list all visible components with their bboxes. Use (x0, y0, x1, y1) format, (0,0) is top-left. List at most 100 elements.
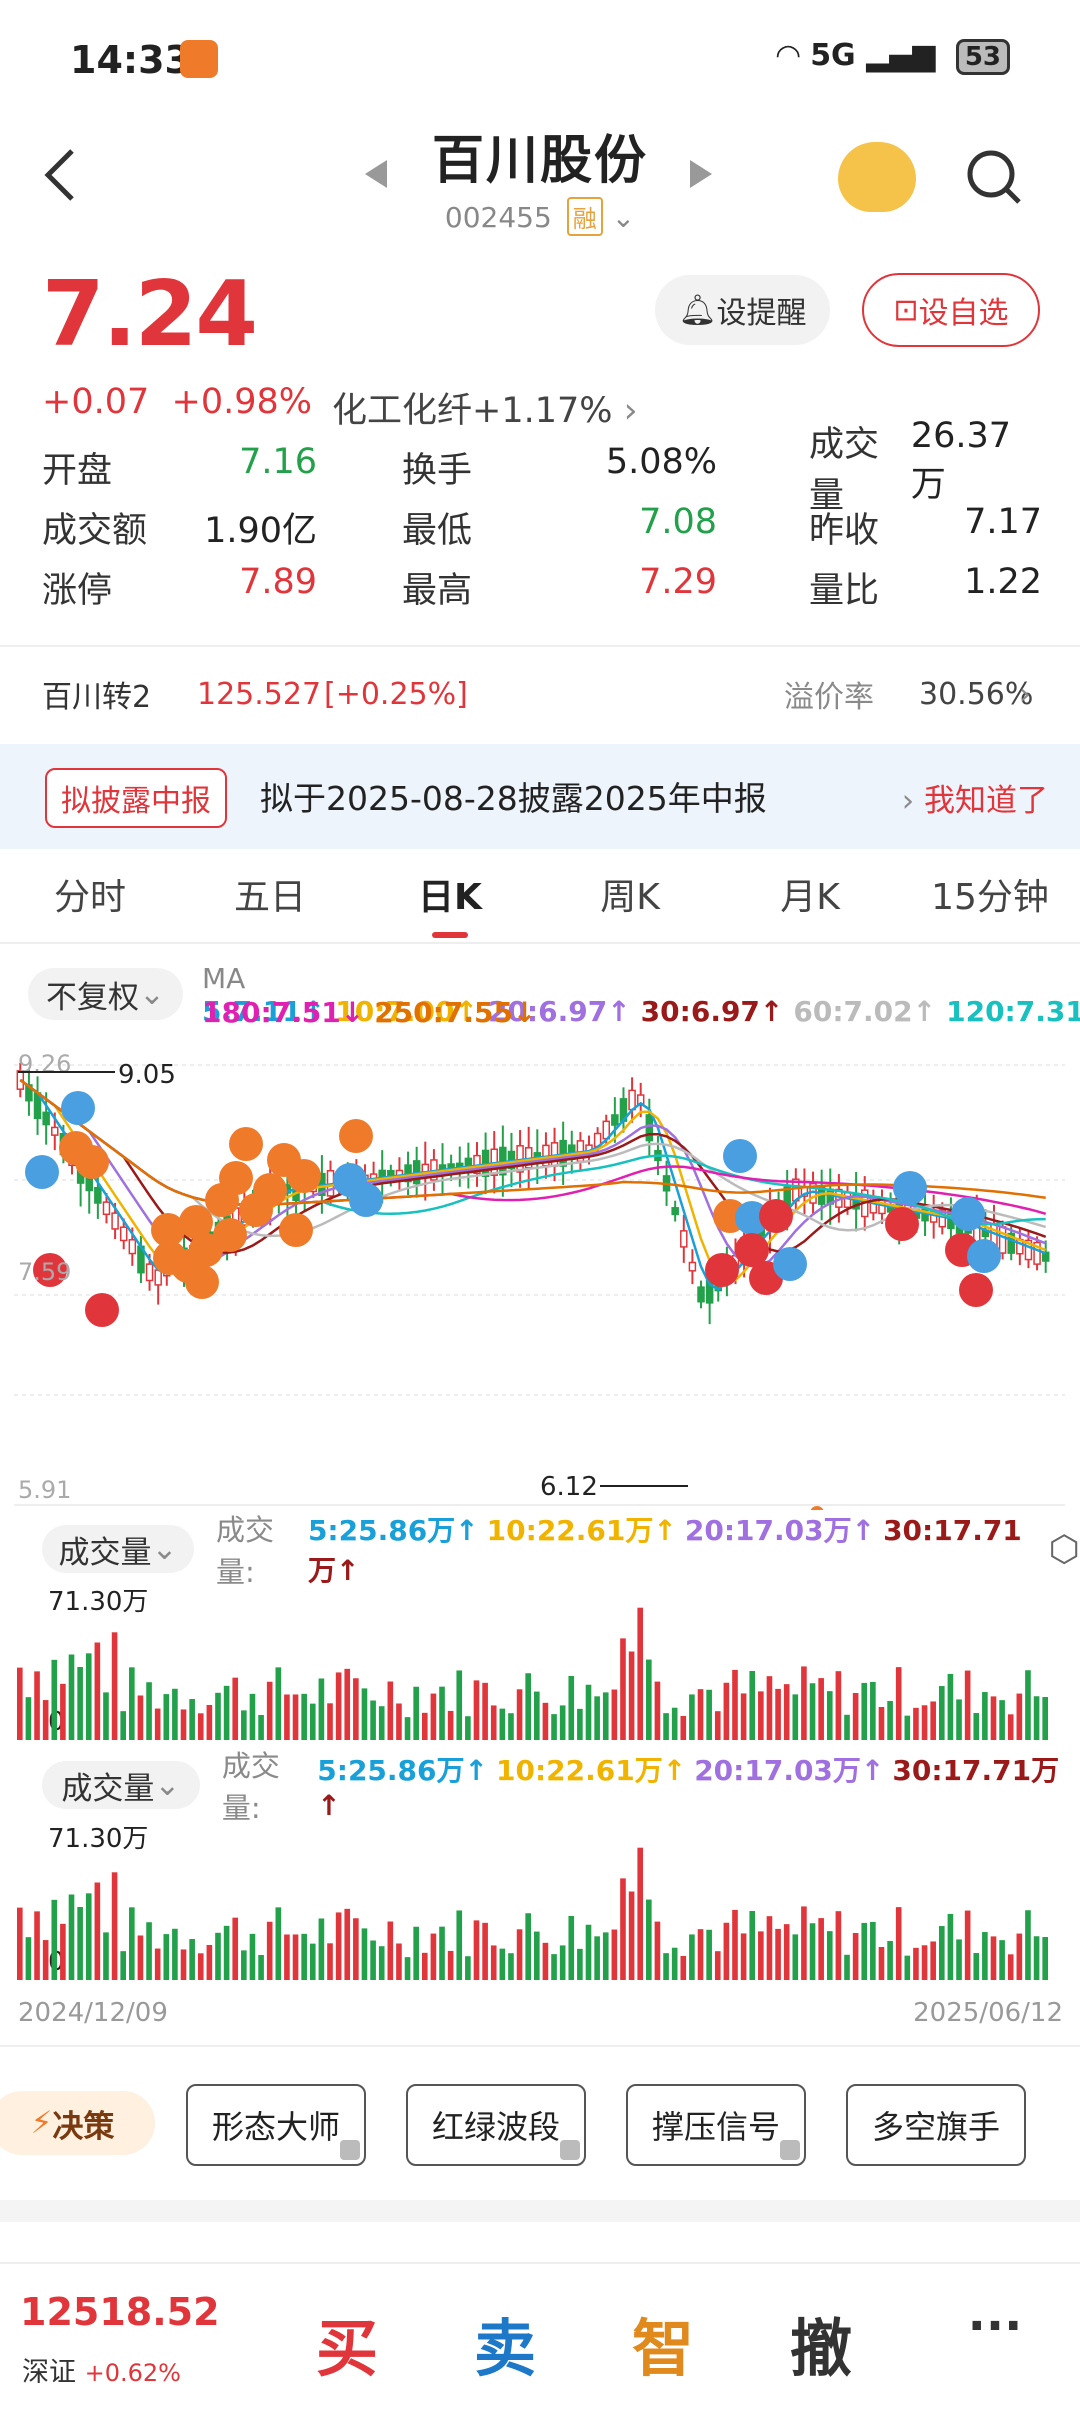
volume-bar (534, 1691, 540, 1740)
volume-bar (275, 1907, 282, 1980)
trade-signal-marker[interactable] (773, 1247, 807, 1281)
volume-bar (1016, 1693, 1023, 1740)
trade-signal-marker[interactable] (205, 1183, 239, 1217)
volume-bar (17, 1667, 23, 1740)
strategy-button[interactable]: 多空旗手 (846, 2084, 1026, 2166)
volume-bar (499, 1948, 506, 1980)
tab-2[interactable]: 日K (360, 868, 540, 938)
sector-link[interactable]: 化工化纤+1.17% › (332, 382, 638, 433)
candlestick-chart[interactable]: 9.26 7.59 5.91 9.05 6.12 (0, 1040, 1080, 1510)
set-alert-button[interactable]: 🔔︎ 设提醒 (655, 275, 830, 345)
adjust-selector[interactable]: 不复权 ⌄ (28, 968, 183, 1020)
trade-signal-marker[interactable] (339, 1119, 373, 1153)
volume-bar (172, 1688, 178, 1740)
index-value[interactable]: 12518.52 (20, 2290, 220, 2334)
volume-bar (714, 1711, 721, 1740)
volume-bar (25, 1697, 32, 1740)
volume-bar (309, 1943, 316, 1980)
volume-bar (180, 1709, 187, 1740)
search-icon[interactable] (965, 148, 1023, 206)
candle (94, 1187, 102, 1204)
volume-bar (706, 1929, 712, 1980)
trade-signal-marker[interactable] (885, 1207, 919, 1241)
strategy-button-label: 撑压信号 (651, 2108, 780, 2146)
settings-hex-icon[interactable]: ⬡ (1049, 1529, 1080, 1570)
cancel-order-button[interactable]: 撤 (746, 2298, 896, 2388)
trade-signal-marker[interactable] (349, 1183, 383, 1217)
tab-0[interactable]: 分时 (0, 868, 180, 938)
cb-change: [+0.25%] (324, 676, 468, 712)
trade-signal-marker[interactable] (239, 1193, 273, 1227)
volume-chart-1[interactable]: 71.30万 0 (0, 1580, 1080, 1750)
trade-signal-marker[interactable] (61, 1091, 95, 1125)
tab-1[interactable]: 五日 (180, 868, 360, 938)
volume-bar (327, 1703, 333, 1740)
sell-button[interactable]: 卖 (430, 2298, 580, 2388)
trade-signal-marker[interactable] (279, 1213, 313, 1247)
notice-dismiss-button[interactable]: › 我知道了 (902, 775, 1048, 820)
smart-button[interactable]: 智 (588, 2298, 738, 2388)
volume-bar (620, 1878, 626, 1980)
trade-signal-marker[interactable] (229, 1127, 263, 1161)
chevron-down-icon[interactable]: ⌄ (612, 201, 635, 234)
strategy-button[interactable]: 形态大师 (186, 2084, 366, 2166)
volume-bar (232, 1917, 239, 1980)
volume-bar (671, 1947, 678, 1980)
volume-max-label: 71.30万 (48, 1587, 148, 1617)
more-button[interactable]: ··· (920, 2298, 1070, 2354)
volume-bar (103, 1932, 109, 1980)
volume-bar (792, 1934, 799, 1980)
candle (611, 1114, 619, 1126)
trade-signal-marker[interactable] (967, 1239, 1001, 1273)
tab-4[interactable]: 月K (720, 868, 900, 938)
trade-signal-marker[interactable] (85, 1293, 119, 1327)
stat-value: 7.29 (639, 561, 717, 602)
trade-signal-marker[interactable] (25, 1155, 59, 1189)
section-separator (0, 2200, 1080, 2222)
volume-bar (447, 1950, 454, 1980)
strategy-button[interactable]: 红绿波段 (406, 2084, 586, 2166)
tab-5[interactable]: 15分钟 (900, 868, 1080, 938)
volume-bar (921, 1945, 928, 1980)
volume-bar (258, 1954, 264, 1980)
trade-signal-marker[interactable] (287, 1159, 321, 1193)
volume-bar (930, 1941, 936, 1980)
volume-selector-2[interactable]: 成交量 ⌄ (42, 1761, 200, 1809)
buy-button[interactable]: 买 (272, 2298, 422, 2388)
volume-chart-2[interactable]: 71.30万 0 (0, 1815, 1080, 1990)
stat-value: 7.17 (964, 501, 1042, 542)
volume-bar (1007, 1954, 1014, 1980)
volume-bar (861, 1682, 868, 1740)
tab-3[interactable]: 周K (540, 868, 720, 938)
volume-bar (999, 1940, 1005, 1980)
chevron-down-icon: ⌄ (151, 1531, 178, 1567)
mascot-icon[interactable] (838, 142, 916, 212)
volume-bar (1042, 1937, 1048, 1980)
volume-bar (327, 1943, 333, 1980)
margin-tag: 融 (566, 197, 603, 236)
add-favorite-button[interactable]: ⊡ 设自选 (862, 273, 1040, 347)
volume-bar (999, 1700, 1005, 1740)
volume-bar (904, 1715, 911, 1740)
volume-bar (835, 1671, 842, 1740)
volume-selector[interactable]: 成交量 ⌄ (42, 1525, 194, 1573)
volume-bar (146, 1682, 152, 1740)
strategy-button[interactable]: 撑压信号 (626, 2084, 806, 2166)
stats-grid: 开盘 7.16 换手 5.08% 成交量 26.37万 成交额 1.90亿 最低 7.08 昨收 7.… (42, 416, 1042, 617)
trade-signal-marker[interactable] (185, 1265, 219, 1299)
trade-signal-marker[interactable] (959, 1273, 993, 1307)
trade-signal-marker[interactable] (723, 1139, 757, 1173)
volume-bar (611, 1689, 618, 1740)
stat-value: 1.90亿 (204, 510, 317, 551)
trade-signal-marker[interactable] (951, 1197, 985, 1231)
trade-signal-marker[interactable] (75, 1145, 109, 1179)
trade-signal-marker[interactable] (759, 1199, 793, 1233)
trade-signal-marker[interactable] (705, 1253, 739, 1287)
volume-bar (154, 1708, 161, 1740)
trade-signal-marker[interactable] (153, 1241, 187, 1275)
candle (51, 1126, 59, 1136)
decision-tab[interactable]: ⚡︎ 决策 (0, 2091, 155, 2155)
convertible-bond-row[interactable]: 百川转2 125.527 [+0.25%] 溢价率 30.56% › (42, 672, 1042, 716)
stats-row: 开盘 7.16 换手 5.08% 成交量 26.37万 (42, 416, 1042, 516)
trade-signal-marker[interactable] (893, 1171, 927, 1205)
